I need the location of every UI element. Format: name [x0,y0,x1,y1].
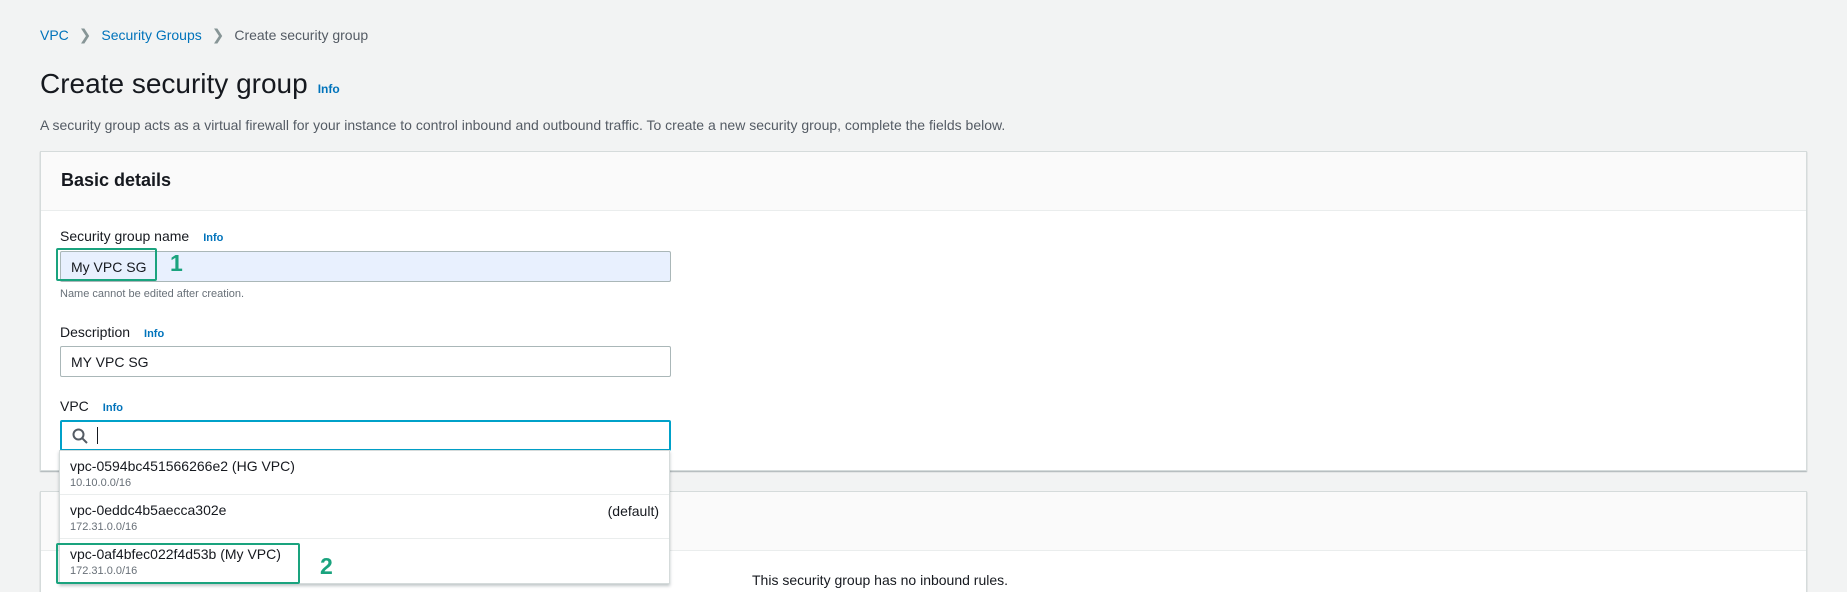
description-label-text: Description [60,324,131,340]
breadcrumb: VPC ❯ Security Groups ❯ Create security … [40,26,368,44]
page-description: A security group acts as a virtual firew… [40,117,1006,133]
vpc-option[interactable]: vpc-0eddc4b5aecca302e 172.31.0.0/16 (def… [60,495,669,539]
breadcrumb-security-groups[interactable]: Security Groups [101,27,201,43]
chevron-right-icon: ❯ [78,27,92,44]
text-cursor [97,427,98,444]
page-info-link[interactable]: Info [318,82,340,96]
inbound-rules-empty-message: This security group has no inbound rules… [752,572,1009,588]
annotation-highlight-2 [56,543,300,584]
breadcrumb-vpc[interactable]: VPC [40,27,69,43]
breadcrumb-current: Create security group [234,27,369,43]
page-header: Create security group Info [40,68,340,100]
security-group-name-hint: Name cannot be edited after creation. [60,288,245,300]
vpc-option-label: vpc-0eddc4b5aecca302e [70,502,227,518]
vpc-search-input[interactable] [60,420,671,451]
vpc-info-link[interactable]: Info [103,402,123,414]
basic-details-title: Basic details [41,152,1806,211]
vpc-option-cidr: 172.31.0.0/16 [70,521,138,533]
chevron-right-icon: ❯ [211,27,225,44]
vpc-option[interactable]: vpc-0594bc451566266e2 (HG VPC) 10.10.0.0… [60,451,669,495]
vpc-option-cidr: 10.10.0.0/16 [70,477,132,489]
page-title: Create security group [40,68,308,99]
annotation-number-2: 2 [320,553,333,579]
vpc-option-default-tag: (default) [607,503,659,519]
vpc-option-label: vpc-0594bc451566266e2 (HG VPC) [70,458,295,474]
security-group-name-label: Security group name Info [60,228,223,244]
description-label: Description Info [60,324,164,340]
basic-details-panel: Basic details Security group name Info M… [40,151,1807,471]
description-input[interactable]: MY VPC SG [60,346,671,377]
vpc-label: VPC Info [60,398,123,414]
annotation-highlight-1 [56,248,157,281]
annotation-number-1: 1 [170,250,183,276]
security-group-name-label-text: Security group name [60,228,190,244]
vpc-label-text: VPC [60,398,89,414]
security-group-name-info-link[interactable]: Info [203,232,223,244]
description-info-link[interactable]: Info [144,328,164,340]
search-icon [72,428,88,444]
